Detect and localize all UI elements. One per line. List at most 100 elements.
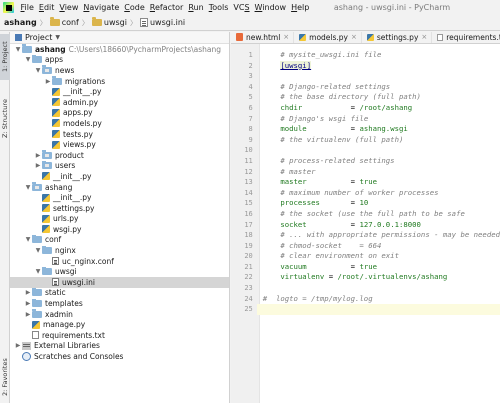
- menu-help[interactable]: Help: [289, 0, 312, 15]
- menu-code[interactable]: Code: [122, 0, 148, 15]
- tree-folder[interactable]: ▶ users: [10, 160, 229, 172]
- tree-file[interactable]: __init__.py: [10, 171, 229, 182]
- chevron-right-icon[interactable]: ▶: [24, 300, 32, 307]
- tree-item-label: tests.py: [63, 129, 93, 139]
- code-line[interactable]: # the socket (use the full path to be sa…: [260, 209, 500, 220]
- menu-view[interactable]: View: [57, 0, 81, 15]
- tree-file[interactable]: apps.py: [10, 108, 229, 119]
- code-line[interactable]: [260, 145, 500, 156]
- breadcrumb-item-conf[interactable]: conf: [49, 17, 79, 27]
- chevron-down-icon[interactable]: ▼: [34, 268, 42, 275]
- tree-file[interactable]: tests.py: [10, 129, 229, 140]
- favorites-tool-button[interactable]: 2: Favorites: [0, 354, 10, 400]
- tree-folder[interactable]: ▼ conf: [10, 234, 229, 246]
- tree-file[interactable]: admin.py: [10, 97, 229, 108]
- tree-file[interactable]: requirements.txt: [10, 330, 229, 341]
- menu-refactor[interactable]: Refactor: [147, 0, 186, 15]
- tree-file[interactable]: wsgi.py: [10, 224, 229, 235]
- structure-tool-button[interactable]: Z: Structure: [0, 94, 10, 144]
- tab-requirements-txt[interactable]: requirements.txt×: [432, 32, 500, 43]
- code-line[interactable]: vacuum = true: [260, 262, 500, 273]
- tree-file[interactable]: manage.py: [10, 319, 229, 330]
- close-icon[interactable]: ×: [421, 33, 427, 41]
- code-line[interactable]: # chmod-socket = 664: [260, 241, 500, 252]
- tree-file[interactable]: urls.py: [10, 214, 229, 225]
- project-tool-button[interactable]: 1: Project: [0, 34, 10, 80]
- code-line[interactable]: processes = 10: [260, 198, 500, 209]
- chevron-right-icon[interactable]: ▶: [14, 342, 22, 349]
- tree-file[interactable]: models.py: [10, 118, 229, 129]
- code-line[interactable]: # mysite_uwsgi.ini file: [260, 50, 500, 61]
- tree-folder[interactable]: ▶ migrations: [10, 76, 229, 87]
- tree-file[interactable]: __init__.py: [10, 192, 229, 203]
- tree-file[interactable]: __init__.py: [10, 86, 229, 97]
- chevron-right-icon[interactable]: ▶: [34, 162, 42, 169]
- menu-tools[interactable]: Tools: [206, 0, 231, 15]
- tree-file[interactable]: ▶ External Libraries: [10, 341, 229, 352]
- code-area[interactable]: 1 2 3 4 5 6 7 8 9 10 11 12 13 14 15 16 17 18 19 20 21 22 23 24 2…: [231, 44, 500, 403]
- menu-file[interactable]: File: [18, 0, 36, 15]
- tree-folder[interactable]: ▶ static: [10, 287, 229, 299]
- code-line[interactable]: # maximum number of worker processes: [260, 188, 500, 199]
- code-line[interactable]: # Django-related settings: [260, 82, 500, 93]
- tree-folder[interactable]: ▼ ashang: [10, 182, 229, 193]
- code-line[interactable]: # master: [260, 167, 500, 178]
- code-line[interactable]: [uwsgi]: [260, 60, 500, 72]
- code-line[interactable]: virtualenv = /root/.virtualenvs/ashang: [260, 272, 500, 283]
- chevron-right-icon[interactable]: ▶: [44, 78, 52, 85]
- code-line[interactable]: # ... with appropriate permissions - may…: [260, 230, 500, 241]
- tree-folder[interactable]: ▼ nginx: [10, 245, 229, 256]
- project-view-selector[interactable]: Project: [25, 33, 52, 42]
- tab-models-py[interactable]: models.py ×: [294, 32, 362, 43]
- menu-run[interactable]: Run: [186, 0, 206, 15]
- close-icon[interactable]: ×: [283, 33, 289, 41]
- tree-folder[interactable]: ▼ apps: [10, 54, 229, 66]
- chevron-down-icon[interactable]: ▼: [24, 184, 32, 191]
- tree-file[interactable]: Scratches and Consoles: [10, 351, 229, 362]
- tree-folder[interactable]: ▼ ashang C:\Users\18660\PycharmProjects\as…: [10, 44, 229, 55]
- tab-new-html[interactable]: new.html ×: [231, 32, 295, 43]
- chevron-right-icon[interactable]: ▶: [24, 311, 32, 318]
- menu-window[interactable]: Window: [252, 0, 289, 15]
- code-line[interactable]: # process-related settings: [260, 156, 500, 167]
- tree-folder[interactable]: ▶ templates: [10, 298, 229, 309]
- close-icon[interactable]: ×: [351, 33, 357, 41]
- code-line[interactable]: [260, 71, 500, 82]
- chevron-down-icon[interactable]: ▼: [55, 34, 60, 41]
- code-line[interactable]: master = true: [260, 177, 500, 188]
- code-line[interactable]: # the base directory (full path): [260, 92, 500, 103]
- code-line[interactable]: # Django's wsgi file: [260, 114, 500, 125]
- code-line[interactable]: socket = 127.0.0.1:8000: [260, 220, 500, 231]
- menu-edit[interactable]: Edit: [36, 0, 57, 15]
- code-line[interactable]: module = ashang.wsgi: [260, 124, 500, 135]
- tab-settings-py[interactable]: settings.py ×: [362, 32, 433, 43]
- code-line[interactable]: # the virtualenv (full path): [260, 135, 500, 146]
- tree-folder[interactable]: ▼ news: [10, 65, 229, 76]
- code-line[interactable]: # logto = /tmp/mylog.log: [260, 294, 500, 305]
- chevron-down-icon[interactable]: ▼: [24, 56, 32, 63]
- tree-folder[interactable]: ▶ xadmin: [10, 309, 229, 320]
- breadcrumb-item-uwsgi-ini[interactable]: uwsgi.ini: [139, 18, 185, 27]
- tree-file[interactable]: views.py: [10, 139, 229, 150]
- tree-file[interactable]: uwsgi.ini: [10, 277, 229, 288]
- chevron-down-icon[interactable]: ▼: [34, 67, 42, 74]
- chevron-down-icon[interactable]: ▼: [34, 247, 42, 254]
- menu-vcs[interactable]: VCS: [231, 0, 252, 15]
- menu-navigate[interactable]: Navigate: [81, 0, 122, 15]
- config-key: processes: [280, 198, 320, 208]
- tree-file[interactable]: uc_nginx.conf: [10, 256, 229, 267]
- code-text[interactable]: # mysite_uwsgi.ini file [uwsgi] # Django…: [256, 44, 500, 403]
- tree-folder[interactable]: ▶ product: [10, 150, 229, 161]
- chevron-down-icon[interactable]: ▼: [24, 236, 32, 243]
- tree-folder[interactable]: ▼ uwsgi: [10, 266, 229, 277]
- chevron-right-icon[interactable]: ▶: [24, 289, 32, 296]
- chevron-down-icon[interactable]: ▼: [14, 46, 22, 53]
- breadcrumb-item-ashang[interactable]: ashang: [4, 18, 37, 27]
- chevron-right-icon[interactable]: ▶: [34, 152, 42, 159]
- tree-file[interactable]: settings.py: [10, 203, 229, 214]
- code-line[interactable]: [260, 283, 500, 294]
- code-line[interactable]: # clear environment on exit: [260, 251, 500, 262]
- code-line[interactable]: [256, 304, 500, 315]
- code-line[interactable]: chdir = /root/ashang: [260, 103, 500, 114]
- breadcrumb-item-uwsgi[interactable]: uwsgi: [91, 17, 127, 27]
